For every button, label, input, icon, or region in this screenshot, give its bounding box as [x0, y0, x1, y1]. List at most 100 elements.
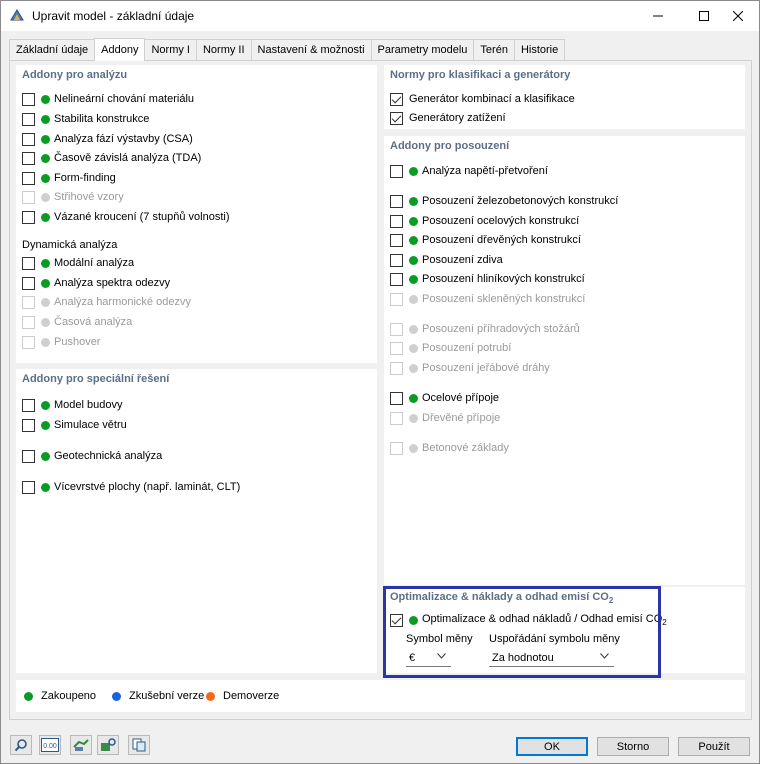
checkbox[interactable] [22, 449, 35, 463]
edit-model-dialog: Upravit model - základní údaje Základní … [0, 0, 760, 764]
addon-time-dependent[interactable]: Časově závislá analýza (TDA) [22, 150, 201, 166]
title-bar: Upravit model - základní údaje [1, 1, 759, 31]
close-icon [733, 11, 743, 21]
tab-standards-1[interactable]: Normy I [144, 39, 197, 60]
addon-stress-strain[interactable]: Analýza napětí-přetvoření [390, 163, 548, 179]
copy-button[interactable] [128, 735, 150, 755]
checkbox[interactable] [22, 151, 35, 165]
addon-response-spectrum[interactable]: Analýza spektra odezvy [22, 275, 170, 291]
purchased-status-icon [41, 114, 50, 124]
generator-loads[interactable]: Generátory zatížení [390, 110, 506, 126]
purchased-legend-icon [24, 691, 33, 701]
checkbox [390, 411, 403, 425]
checkbox[interactable] [22, 92, 35, 106]
apply-button[interactable]: Použít [678, 737, 750, 756]
tab-terrain[interactable]: Terén [473, 39, 515, 60]
checkbox[interactable] [22, 112, 35, 126]
tab-settings-options[interactable]: Nastavení & možnosti [250, 39, 372, 60]
model-data-button[interactable] [70, 735, 92, 755]
checkbox [390, 361, 403, 375]
checkbox[interactable] [22, 276, 35, 290]
ok-button[interactable]: OK [516, 737, 588, 756]
tab-basic-data[interactable]: Základní údaje [9, 39, 96, 60]
addon-warping-torsion[interactable]: Vázané kroucení (7 stupňů volnosti) [22, 209, 230, 225]
checkbox[interactable] [22, 398, 35, 412]
tab-standards-2[interactable]: Normy II [195, 39, 252, 60]
tab-content: Addony pro analýzu Nelineární chování ma… [9, 60, 752, 720]
analysis-addons-title: Addony pro analýzu [22, 69, 128, 81]
model-settings-icon [101, 738, 116, 751]
purchased-status-icon [409, 274, 418, 284]
checkbox[interactable] [390, 233, 403, 247]
checkbox[interactable] [22, 171, 35, 185]
generator-combinations[interactable]: Generátor kombinací a klasifikace [390, 91, 575, 107]
purchased-status-icon [409, 216, 418, 226]
purchased-status-icon [409, 255, 418, 265]
addon-structure-stability[interactable]: Stabilita konstrukce [22, 111, 149, 127]
units-button[interactable]: 0.00 [39, 735, 61, 755]
addon-building-model[interactable]: Model budovy [22, 397, 123, 413]
checkbox [22, 335, 35, 349]
addon-harmonic-response: Analýza harmonické odezvy [22, 294, 191, 310]
checkbox [390, 341, 403, 355]
purchased-status-icon [41, 258, 50, 268]
purchased-status-icon [41, 278, 50, 288]
addon-masonry-design[interactable]: Posouzení zdiva [390, 252, 503, 268]
addon-multilayer-surfaces[interactable]: Vícevrstvé plochy (např. laminát, CLT) [22, 479, 240, 495]
addon-steel-joints[interactable]: Ocelové přípoje [390, 390, 499, 406]
tab-model-parameters[interactable]: Parametry modelu [370, 39, 475, 60]
purchased-status-icon [41, 134, 50, 144]
addon-steel-design[interactable]: Posouzení ocelových konstrukcí [390, 213, 579, 229]
addon-aluminum-design[interactable]: Posouzení hliníkových konstrukcí [390, 271, 585, 287]
purchased-status-icon [409, 196, 418, 206]
legend-purchased: Zakoupeno [24, 690, 96, 702]
checkbox [390, 322, 403, 336]
checkbox[interactable] [390, 111, 403, 125]
minimize-button[interactable] [635, 1, 681, 31]
addon-pipeline-design: Posouzení potrubí [390, 340, 511, 356]
checkbox[interactable] [390, 391, 403, 405]
checkbox[interactable] [390, 164, 403, 178]
addon-construction-stages[interactable]: Analýza fází výstavby (CSA) [22, 131, 193, 147]
addon-crane-runway: Posouzení jeřábové dráhy [390, 360, 550, 376]
search-button[interactable] [10, 735, 32, 755]
checkbox[interactable] [22, 418, 35, 432]
addon-timber-design[interactable]: Posouzení dřevěných konstrukcí [390, 232, 581, 248]
minimize-icon [653, 15, 663, 17]
checkbox[interactable] [22, 480, 35, 494]
cancel-button[interactable]: Storno [597, 737, 669, 756]
addon-time-history: Časová analýza [22, 314, 132, 330]
checkbox[interactable] [390, 272, 403, 286]
svg-text:0.00: 0.00 [43, 743, 57, 750]
legend-demo: Demoverze [206, 690, 279, 702]
design-addons-panel: Addony pro posouzení Analýza napětí-přet… [384, 136, 745, 585]
addon-wind-simulation[interactable]: Simulace větru [22, 417, 127, 433]
addon-nonlinear-material[interactable]: Nelineární chování materiálu [22, 91, 194, 107]
checkbox[interactable] [390, 92, 403, 106]
addon-timber-joints: Dřevěné přípoje [390, 410, 500, 426]
unavailable-status-icon [409, 343, 418, 353]
addon-concrete-design[interactable]: Posouzení železobetonových konstrukcí [390, 193, 618, 209]
unavailable-status-icon [409, 363, 418, 373]
close-button[interactable] [715, 1, 760, 31]
checkbox[interactable] [22, 210, 35, 224]
purchased-status-icon [409, 393, 418, 403]
addon-form-finding[interactable]: Form-finding [22, 170, 116, 186]
checkbox[interactable] [22, 132, 35, 146]
checkbox[interactable] [390, 194, 403, 208]
checkbox[interactable] [390, 214, 403, 228]
checkbox[interactable] [390, 253, 403, 267]
dialog-footer: 0.00 OK Storno Použít [1, 723, 759, 763]
tab-addons[interactable]: Addony [94, 38, 146, 61]
model-settings-button[interactable] [97, 735, 119, 755]
tab-history[interactable]: Historie [513, 39, 566, 60]
app-logo-icon [9, 8, 25, 24]
addon-modal-analysis[interactable]: Modální analýza [22, 255, 134, 271]
checkbox[interactable] [22, 256, 35, 270]
addon-geotechnical[interactable]: Geotechnická analýza [22, 448, 162, 464]
addon-cutting-patterns: Střihové vzory [22, 189, 124, 205]
checkbox [22, 295, 35, 309]
addon-pushover: Pushover [22, 334, 100, 350]
window-title: Upravit model - základní údaje [32, 9, 195, 23]
unavailable-status-icon [41, 297, 50, 307]
